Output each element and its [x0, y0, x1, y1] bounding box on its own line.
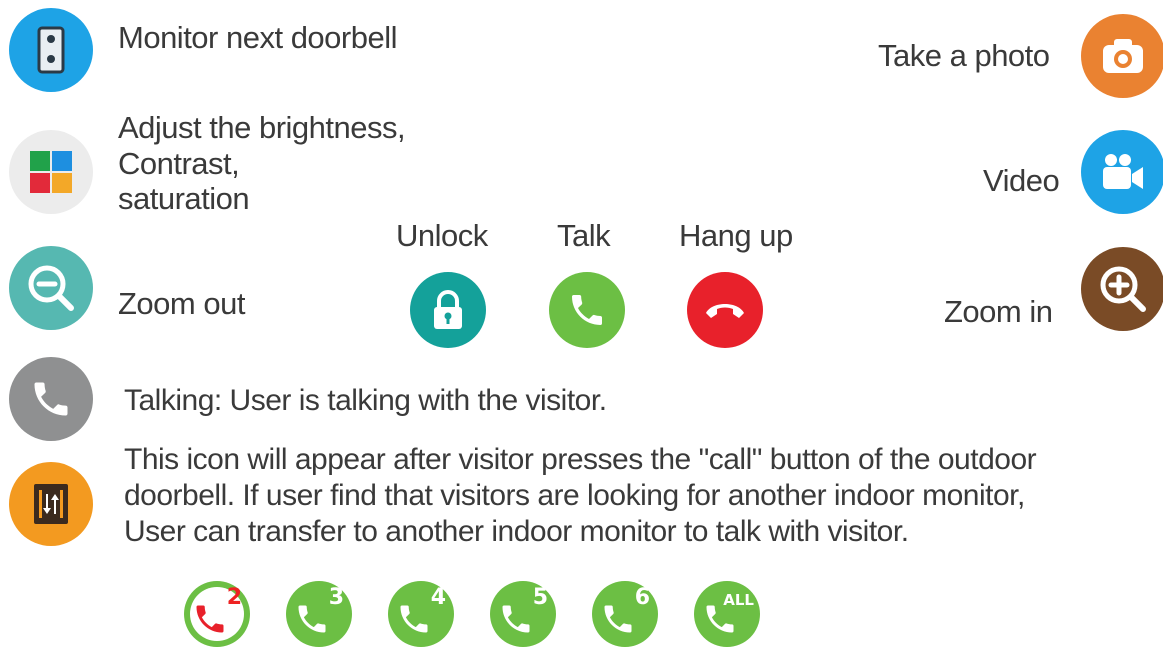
- hang-up-button[interactable]: [687, 272, 763, 348]
- zoom-out-icon[interactable]: [9, 246, 93, 330]
- zoom-in-icon[interactable]: [1081, 247, 1163, 331]
- monitor-number: 5: [532, 585, 548, 610]
- unlock-label: Unlock: [396, 218, 488, 253]
- transfer-monitor-6-button[interactable]: 6: [590, 579, 660, 649]
- hang-up-label: Hang up: [679, 218, 793, 253]
- monitor-number: ALL: [723, 591, 754, 609]
- zoom-in-label: Zoom in: [944, 294, 1053, 329]
- video-label: Video: [983, 163, 1060, 198]
- transfer-line-1: This icon will appear after visitor pres…: [124, 443, 1037, 476]
- transfer-monitor-all-button[interactable]: ALL: [692, 579, 762, 649]
- camera-icon[interactable]: [1081, 14, 1163, 98]
- monitor-next-doorbell-label: Monitor next doorbell: [118, 20, 398, 55]
- transfer-line-2: doorbell. If user find that visitors are…: [124, 479, 1025, 512]
- transfer-description: This icon will appear after visitor pres…: [124, 442, 1037, 550]
- talk-label: Talk: [557, 218, 611, 253]
- transfer-line-3: User can transfer to another indoor moni…: [124, 515, 909, 548]
- video-camera-icon[interactable]: [1081, 130, 1163, 214]
- talking-description: Talking: User is talking with the visito…: [124, 384, 607, 417]
- adjust-description: Adjust the brightness, Contrast, saturat…: [118, 110, 406, 217]
- phone-icon: [572, 295, 602, 325]
- talk-button[interactable]: [549, 272, 625, 348]
- transfer-monitor-5-button[interactable]: 5: [488, 579, 558, 649]
- zoom-out-label: Zoom out: [118, 286, 245, 321]
- monitor-number: 2: [226, 585, 242, 610]
- take-photo-label: Take a photo: [878, 38, 1050, 73]
- transfer-monitor-2-button[interactable]: 2: [182, 579, 252, 649]
- unlock-button[interactable]: [410, 272, 486, 348]
- adjust-line-2: Contrast,: [118, 145, 240, 181]
- lock-icon: [434, 290, 462, 329]
- adjust-line-3: saturation: [118, 181, 250, 217]
- monitor-number: 3: [328, 585, 344, 610]
- transfer-icon[interactable]: [9, 462, 93, 546]
- talking-status-icon: [9, 357, 93, 441]
- monitor-number: 6: [634, 585, 650, 610]
- hang-up-icon: [706, 304, 744, 318]
- monitor-transfer-row: 2 3 4 5 6 ALL: [182, 579, 794, 649]
- transfer-monitor-4-button[interactable]: 4: [386, 579, 456, 649]
- monitor-number: 4: [430, 585, 446, 610]
- adjust-line-1: Adjust the brightness,: [118, 110, 406, 145]
- adjust-image-icon[interactable]: [9, 130, 93, 214]
- monitor-next-doorbell-icon[interactable]: [9, 8, 93, 92]
- transfer-monitor-3-button[interactable]: 3: [284, 579, 354, 649]
